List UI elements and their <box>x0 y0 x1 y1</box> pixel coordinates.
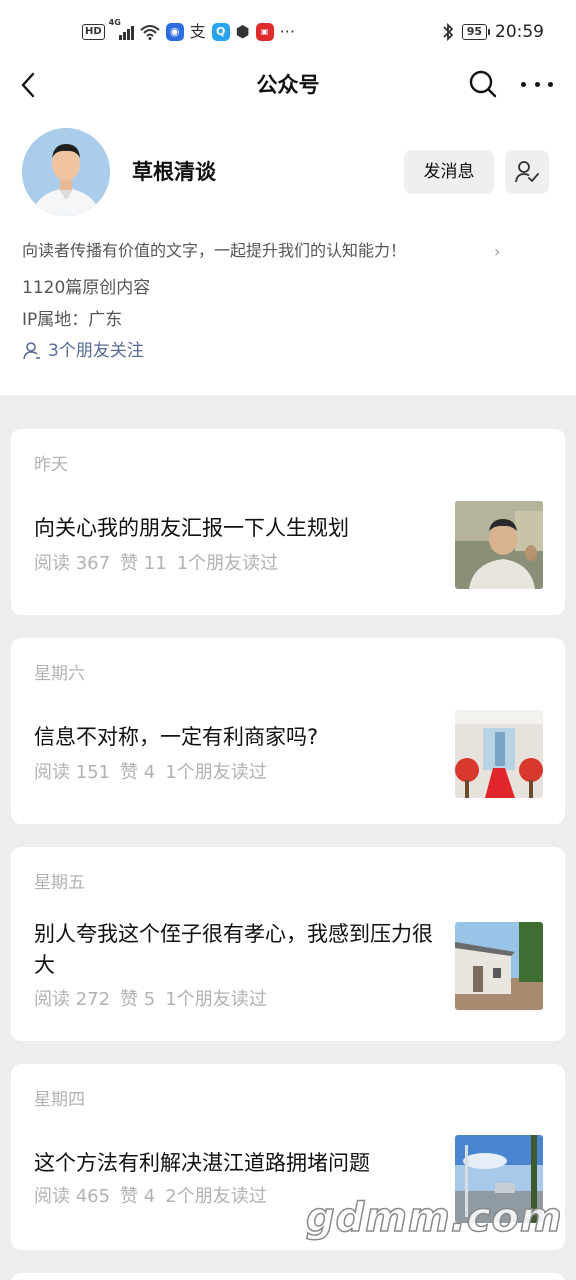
bulb-app-icon: ◉ <box>165 23 184 41</box>
search-icon <box>469 70 497 98</box>
person-icon <box>23 342 40 360</box>
shield-app-icon: ⬢ <box>235 22 250 41</box>
clock: 20:59 <box>495 22 544 42</box>
article-stats: 阅读 151 赞 4 1个朋友读过 <box>34 760 277 786</box>
article-date: 星期六 <box>34 664 85 684</box>
like-count: 赞 11 <box>120 553 167 574</box>
person-check-icon <box>515 161 539 183</box>
wifi-icon <box>140 25 160 40</box>
original-count: 1120篇原创内容 <box>22 278 151 298</box>
watermark: gdmm.com <box>305 1194 563 1242</box>
read-count: 阅读 151 <box>34 762 111 783</box>
avatar[interactable] <box>22 128 110 216</box>
article-title[interactable]: 向关心我的朋友汇报一下人生规划 <box>34 513 434 544</box>
followed-button[interactable] <box>505 150 549 194</box>
account-name: 草根清谈 <box>132 160 216 184</box>
red-app-icon: ▣ <box>255 23 274 41</box>
article-thumbnail[interactable] <box>455 922 543 1010</box>
friends-following-link[interactable]: 3个朋友关注 <box>22 338 144 364</box>
friends-read: 1个朋友读过 <box>176 553 279 574</box>
hd-badge: HD <box>82 24 105 40</box>
friends-read: 1个朋友读过 <box>165 989 267 1010</box>
more-notifications-icon: ··· <box>279 22 295 41</box>
article-card[interactable]: 昨天 向关心我的朋友汇报一下人生规划 阅读 367 赞 11 1个朋友读过 <box>11 429 565 615</box>
search-button[interactable] <box>468 69 498 99</box>
signal-icon: 4G <box>109 18 134 40</box>
article-title[interactable]: 信息不对称，一定有利商家吗? <box>34 722 434 753</box>
read-count: 阅读 465 <box>34 1186 111 1207</box>
article-thumbnail[interactable] <box>455 501 543 589</box>
article-date: 星期五 <box>34 873 85 893</box>
more-button[interactable] <box>521 74 553 94</box>
friends-read: 2个朋友读过 <box>165 1186 267 1207</box>
article-card[interactable]: 星期五 别人夸我这个侄子很有孝心，我感到压力很大 阅读 272 赞 5 1个朋友读过 <box>11 847 565 1041</box>
friends-following-text: 3个朋友关注 <box>48 341 144 361</box>
article-stats: 阅读 367 赞 11 1个朋友读过 <box>34 551 288 577</box>
avatar-image <box>22 128 110 216</box>
read-count: 阅读 272 <box>34 989 111 1010</box>
article-title[interactable]: 别人夸我这个侄子很有孝心，我感到压力很大 <box>34 919 434 981</box>
friends-read: 1个朋友读过 <box>165 762 267 783</box>
ip-location: IP属地：广东 <box>22 310 123 330</box>
article-card-partial[interactable] <box>11 1273 565 1280</box>
chevron-right-icon: › <box>494 242 501 261</box>
read-count: 阅读 367 <box>34 553 111 574</box>
like-count: 赞 4 <box>120 1186 156 1207</box>
account-description[interactable]: 向读者传播有价值的文字，一起提升我们的认知能力！ › <box>22 238 508 266</box>
description-text: 向读者传播有价值的文字，一起提升我们的认知能力！ <box>22 241 407 260</box>
article-date: 昨天 <box>34 455 68 475</box>
status-bar: HD 4G ◉ 支 Q ⬢ ▣ ··· 95 20:59 <box>0 0 576 64</box>
battery-indicator: 95 <box>461 24 491 40</box>
search-app-icon: Q <box>211 23 230 41</box>
article-stats: 阅读 272 赞 5 1个朋友读过 <box>34 987 277 1013</box>
article-title[interactable]: 这个方法有利解决湛江道路拥堵问题 <box>34 1148 434 1179</box>
article-card[interactable]: 星期六 信息不对称，一定有利商家吗? 阅读 151 赞 4 1个朋友读过 <box>11 638 565 824</box>
alipay-icon: 支 <box>189 22 206 41</box>
bluetooth-icon <box>443 22 453 42</box>
like-count: 赞 4 <box>120 762 156 783</box>
send-message-button[interactable]: 发消息 <box>404 150 494 194</box>
article-thumbnail[interactable] <box>455 710 543 798</box>
article-stats: 阅读 465 赞 4 2个朋友读过 <box>34 1184 277 1210</box>
article-date: 星期四 <box>34 1090 85 1110</box>
more-icon <box>521 81 526 87</box>
like-count: 赞 5 <box>120 989 156 1010</box>
